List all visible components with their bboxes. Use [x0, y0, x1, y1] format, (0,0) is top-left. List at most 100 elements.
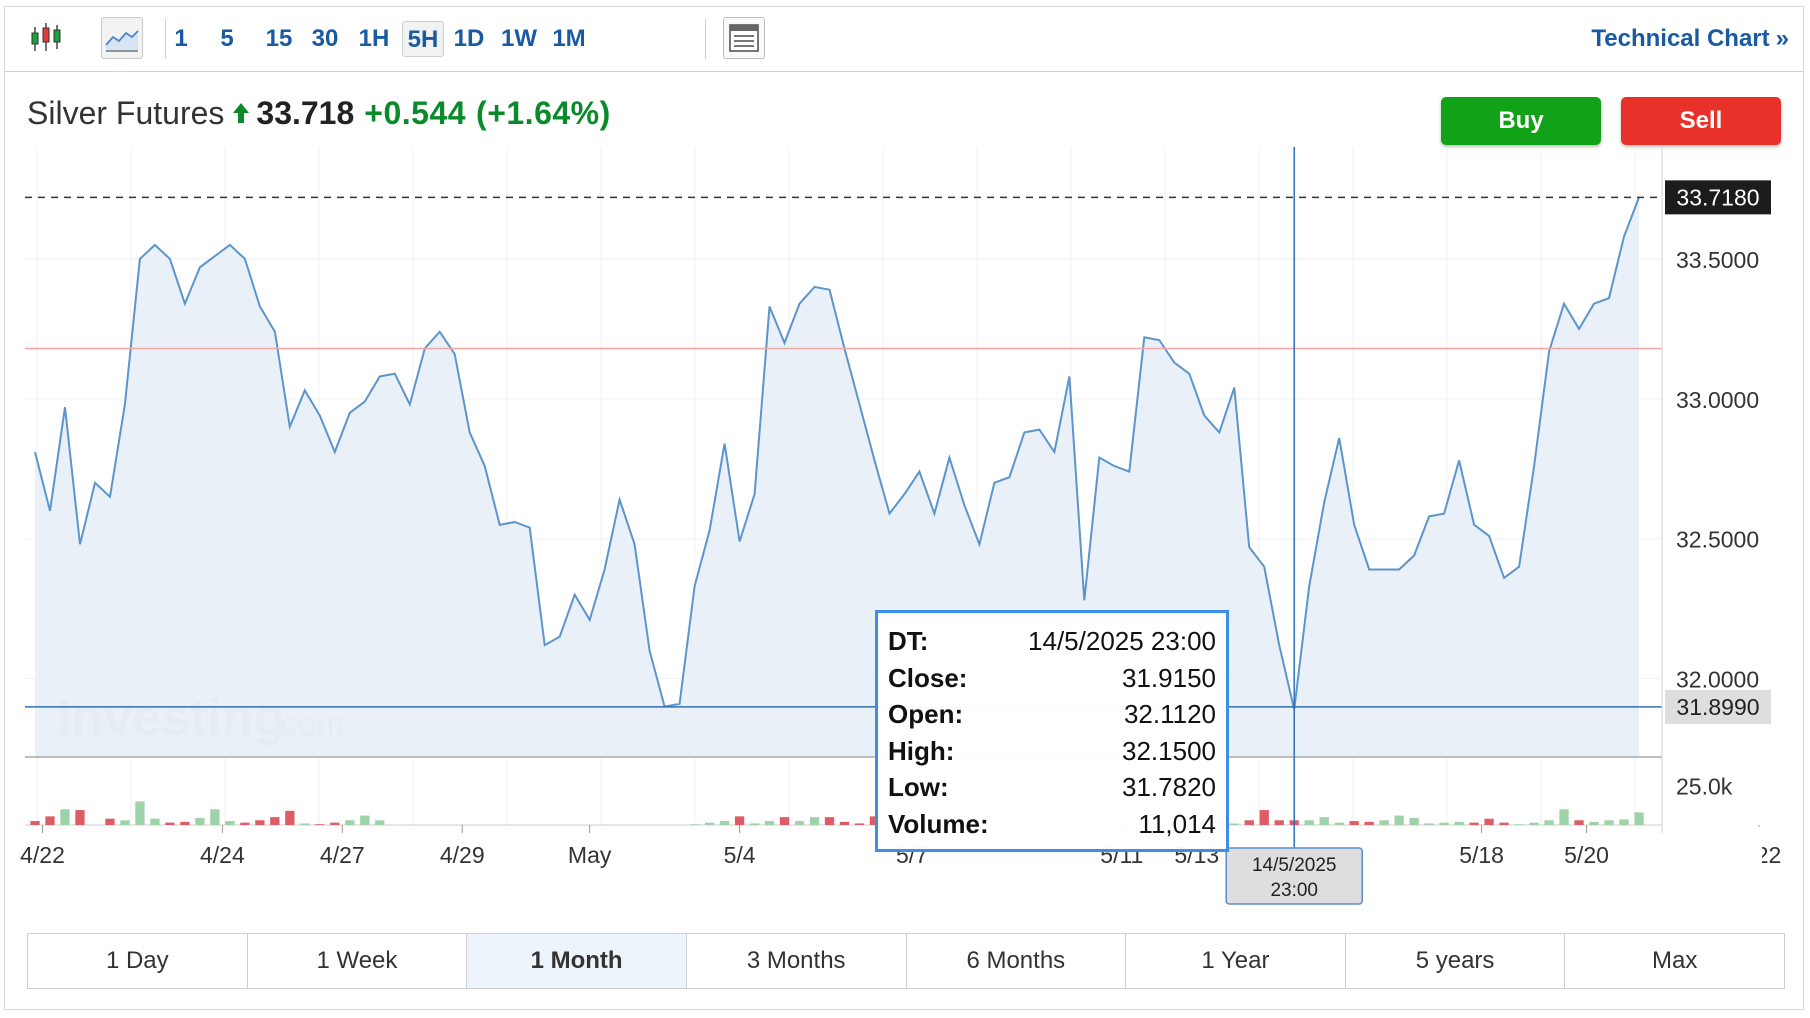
tooltip-label: High:	[888, 735, 955, 766]
volume-bar	[375, 820, 385, 825]
tooltip-label: Low:	[888, 772, 949, 802]
volume-bar	[345, 820, 355, 825]
x-axis-tick-label: 5/18	[1459, 842, 1504, 868]
volume-bar	[45, 816, 55, 825]
range-max[interactable]: Max	[1565, 934, 1784, 988]
volume-bar	[165, 822, 175, 825]
x-axis-tick-label: 5/4	[724, 842, 756, 868]
volume-bar	[749, 823, 760, 825]
last-price-label: 33.7180	[1676, 184, 1759, 210]
volume-bar	[150, 818, 160, 825]
volume-bar	[120, 820, 130, 825]
volume-bar	[180, 821, 190, 825]
volume-bar	[195, 817, 205, 825]
volume-bar	[60, 809, 70, 825]
range-3-months[interactable]: 3 Months	[687, 934, 907, 988]
tooltip-label: Close:	[888, 662, 968, 693]
volume-bar	[764, 821, 775, 825]
volume-bar	[1274, 820, 1284, 825]
volume-bar	[1469, 822, 1479, 825]
volume-bar	[1334, 822, 1344, 825]
volume-bar	[225, 821, 235, 825]
volume-bar	[75, 810, 85, 825]
x-axis-tick-label: 4/27	[320, 842, 365, 868]
volume-bar	[1244, 820, 1254, 825]
time-range-selector: 1 Day 1 Week 1 Month 3 Months 6 Months 1 Year…	[27, 933, 1785, 989]
range-1-month[interactable]: 1 Month	[467, 934, 687, 988]
x-axis-tick-label: 4/22	[20, 842, 65, 868]
range-1-year[interactable]: 1 Year	[1126, 934, 1346, 988]
x-axis-tick-label: 4/24	[200, 842, 245, 868]
volume-bar	[1409, 817, 1419, 825]
volume-bar	[704, 822, 715, 825]
volume-bar	[779, 817, 790, 825]
volume-bar	[1499, 822, 1509, 825]
price-axis-tick-label: 32.5000	[1676, 527, 1759, 553]
range-1-day[interactable]: 1 Day	[28, 934, 248, 988]
volume-bar	[1604, 820, 1614, 825]
volume-bar	[1424, 823, 1434, 825]
chart-widget: 1 5 15 30 1H 5H 1D 1W 1M Technical Chart» Silver…	[4, 6, 1804, 1010]
volume-bar	[210, 809, 220, 825]
volume-bar	[105, 818, 115, 825]
tooltip-row: High: 32.1500	[888, 733, 1216, 770]
volume-bar	[240, 822, 250, 825]
ohlc-tooltip: DT: 14/5/2025 23:00 Close: 31.9150 Open: 32.1…	[875, 610, 1229, 852]
volume-bar	[285, 810, 295, 825]
volume-bar	[1454, 821, 1464, 825]
range-5-years[interactable]: 5 years	[1346, 934, 1566, 988]
x-axis-tick-label: 4/29	[440, 842, 485, 868]
volume-axis-tick-label: 25.0k	[1676, 774, 1733, 800]
price-axis-tick-label: 33.0000	[1676, 387, 1759, 413]
volume-bar	[1319, 817, 1329, 825]
volume-bar	[824, 817, 835, 825]
volume-bar	[1229, 823, 1239, 825]
price-chart[interactable]: Investing.com33.500033.000032.500032.000…	[5, 7, 1805, 1011]
volume-bar	[1619, 819, 1629, 825]
volume-bar	[734, 816, 745, 825]
tooltip-value: 31.9150	[1122, 662, 1216, 693]
tooltip-label: Open:	[888, 699, 964, 729]
volume-bar	[1514, 824, 1524, 825]
volume-bar	[794, 821, 805, 825]
volume-bar	[1589, 821, 1599, 825]
volume-bar	[1259, 810, 1269, 825]
volume-bar	[719, 821, 730, 825]
tooltip-label: DT:	[888, 626, 929, 656]
volume-bar	[1394, 815, 1404, 825]
range-6-months[interactable]: 6 Months	[907, 934, 1127, 988]
crosshair-price-label: 31.8990	[1676, 694, 1759, 720]
tooltip-row: Close: 31.9150	[888, 660, 1216, 697]
tooltip-row: Volume: 11,014	[888, 806, 1216, 843]
volume-bar	[809, 817, 820, 825]
range-1-week[interactable]: 1 Week	[248, 934, 468, 988]
price-axis-tick-label: 32.0000	[1676, 667, 1759, 693]
volume-bar	[1304, 820, 1314, 825]
tooltip-value: 11,014	[1138, 808, 1216, 839]
tooltip-value: 32.1500	[1122, 735, 1216, 766]
tooltip-value: 31.7820	[1122, 772, 1216, 802]
tooltip-value: 14/5/2025 23:00	[1028, 626, 1216, 656]
volume-bar	[270, 817, 280, 825]
crosshair-time-label-date: 14/5/2025	[1252, 855, 1337, 876]
volume-bar	[1379, 820, 1389, 825]
x-axis-tick-label: 5/20	[1564, 842, 1609, 868]
crosshair-time-label-time: 23:00	[1270, 880, 1318, 901]
volume-bar	[300, 823, 310, 825]
volume-bar	[315, 824, 325, 825]
volume-bar	[1529, 822, 1539, 825]
volume-bar	[1574, 820, 1584, 825]
price-axis-tick-label: 33.5000	[1676, 247, 1759, 273]
tooltip-label: Volume:	[888, 808, 989, 839]
volume-bar	[30, 821, 40, 825]
volume-bar	[1364, 821, 1374, 825]
x-axis-tick-label: May	[568, 842, 612, 868]
volume-bar	[1349, 821, 1359, 825]
volume-bar	[330, 822, 340, 825]
volume-bar	[1559, 809, 1569, 825]
x-axis-right-mask	[1662, 827, 1762, 877]
tooltip-row: DT: 14/5/2025 23:00	[888, 623, 1216, 660]
volume-bar	[1439, 822, 1449, 825]
volume-bar	[360, 815, 370, 825]
volume-bar	[135, 801, 145, 825]
